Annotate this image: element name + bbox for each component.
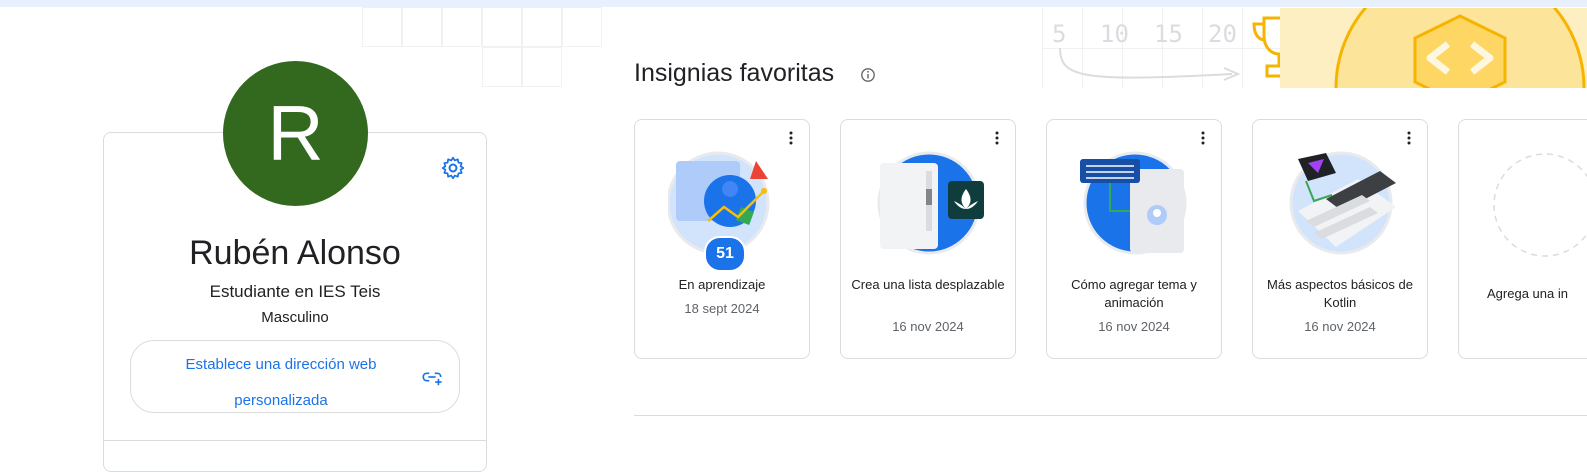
badge-date: 16 nov 2024 [1098,319,1170,334]
theme-animation-badge-icon [1080,151,1187,255]
section-divider [634,415,1587,416]
badge-date: 16 nov 2024 [892,319,964,334]
top-bar [0,0,1587,7]
section-title: Insignias favoritas [634,59,835,87]
custom-url-button[interactable]: Establece una dirección web personalizad… [130,340,460,413]
more-vert-icon[interactable] [1401,130,1417,146]
decorative-grid [362,7,602,87]
custom-url-label: Establece una dirección web personalizad… [185,356,377,409]
more-vert-icon[interactable] [783,130,799,146]
curved-arrow-icon [1059,47,1241,81]
badge-card-scrollable-list[interactable]: Crea una lista desplazable 16 nov 2024 [840,119,1016,359]
badge-title: Agrega una in [1487,286,1568,301]
scrollable-list-badge-icon [877,151,984,255]
kotlin-basics-badge-icon [1289,151,1396,255]
badge-title: En aprendizaje [678,277,766,292]
badge-count-chip: 51 [704,236,746,272]
card-divider [104,440,486,441]
decorative-number-line: 5 10 15 20 [1042,8,1282,88]
badge-date: 18 sept 2024 [684,301,760,316]
badge-title: Cómo agregar tema y animación [1071,277,1197,310]
profile-subtitle: Estudiante en IES Teis [209,282,381,301]
profile-gender: Masculino [261,309,329,326]
profile-name: Rubén Alonso [189,234,401,272]
add-link-icon [422,372,442,386]
badge-title: Crea una lista desplazable [851,277,1005,292]
gear-icon[interactable] [440,155,466,181]
badge-card-add[interactable]: Agrega una in [1458,119,1587,359]
badge-title: Más aspectos básicos de Kotlin [1267,277,1413,310]
decorative-banner [1280,8,1587,88]
avatar: R [223,61,368,206]
more-vert-icon[interactable] [989,130,1005,146]
badge-card-kotlin-basics[interactable]: Más aspectos básicos de Kotlin 16 nov 20… [1252,119,1428,359]
add-badge-placeholder-icon [1493,153,1587,257]
more-vert-icon[interactable] [1195,130,1211,146]
badge-card-learning[interactable]: 51 En aprendizaje 18 sept 2024 [634,119,810,359]
badge-date: 16 nov 2024 [1304,319,1376,334]
badge-card-theme-animation[interactable]: Cómo agregar tema y animación 16 nov 202… [1046,119,1222,359]
info-icon[interactable] [860,67,876,83]
code-hexagon-icon [1334,8,1586,88]
